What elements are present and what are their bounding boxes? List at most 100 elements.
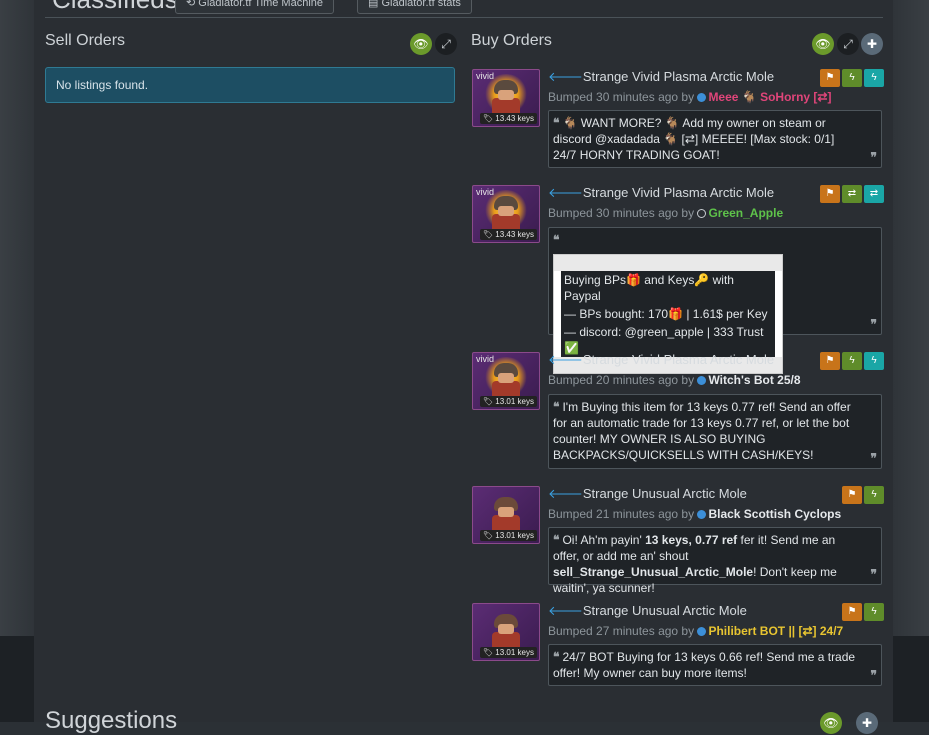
open-quote-icon: ❝ xyxy=(553,650,560,664)
suggestions-title: Suggestions xyxy=(45,707,178,734)
bolt-icon[interactable]: ϟ xyxy=(864,69,884,87)
arrow-left-icon: 🡐 xyxy=(548,352,583,367)
close-quote-icon: ❞ xyxy=(870,567,877,581)
item-title[interactable]: 🡐Strange Unusual Arctic Mole xyxy=(548,603,747,619)
listing-message: ❝ Oi! Ah'm payin' 13 keys, 0.77 ref fer i… xyxy=(548,527,882,595)
arctic-mole-image xyxy=(484,190,528,230)
arrow-left-icon: 🡐 xyxy=(548,486,583,501)
bolt-icon[interactable]: ϟ xyxy=(842,352,862,370)
close-quote-icon: ❞ xyxy=(870,451,877,465)
item-thumbnail[interactable]: vivid 🏷 13.01 keys xyxy=(472,352,540,410)
action-icons: ⚑ ϟ xyxy=(840,603,884,621)
username-link[interactable]: Philibert BOT || [⇄] 24/7 xyxy=(708,624,843,638)
offline-ring-icon xyxy=(697,209,707,218)
bolt-icon[interactable]: ϟ xyxy=(864,486,884,504)
item-name: Strange Unusual Arctic Mole xyxy=(582,486,747,501)
item-name: Strange Vivid Plasma Arctic Mole xyxy=(582,352,775,367)
buy-orders-title: Buy Orders xyxy=(471,32,552,49)
background-left xyxy=(0,0,34,722)
plus-icon[interactable]: ✚ xyxy=(861,33,883,55)
price-tag: 🏷 13.43 keys xyxy=(479,229,537,240)
online-dot-icon xyxy=(697,627,707,636)
message-price: 13 keys, 0.77 ref xyxy=(645,533,738,547)
bump-text: Bumped 21 minutes ago by xyxy=(548,507,695,521)
item-thumbnail[interactable]: 🏷 13.01 keys xyxy=(472,603,540,661)
page-title: Classifieds xyxy=(52,0,178,15)
item-title[interactable]: 🡐Strange Vivid Plasma Arctic Mole xyxy=(548,352,774,368)
plus-icon[interactable]: ✚ xyxy=(856,712,878,734)
message-text: 24/7 BOT Buying for 13 keys 0.66 ref! Se… xyxy=(553,650,856,680)
message-command: sell_Strange_Unusual_Arctic_Mole xyxy=(553,565,754,579)
username-link[interactable]: Green_Apple xyxy=(708,206,783,220)
bolt-icon[interactable]: ϟ xyxy=(864,603,884,621)
bolt-icon[interactable]: ϟ xyxy=(864,352,884,370)
price-value: 13.43 keys xyxy=(495,114,534,123)
header-divider xyxy=(45,17,883,18)
open-quote-icon: ❝ xyxy=(553,400,560,414)
swap-icon[interactable]: ⇄ xyxy=(842,185,862,203)
close-quote-icon: ❞ xyxy=(870,150,877,164)
item-title[interactable]: 🡐Strange Unusual Arctic Mole xyxy=(548,486,747,502)
arctic-mole-image xyxy=(492,497,520,531)
price-value: 13.01 keys xyxy=(495,648,534,657)
close-quote-icon: ❞ xyxy=(870,317,877,331)
time-machine-button[interactable]: ⟲ Gladiator.tf Time Machine xyxy=(175,0,335,14)
eye-icon[interactable]: 👁 xyxy=(812,33,834,55)
open-quote-icon: ❝ xyxy=(553,533,560,547)
background-right xyxy=(893,0,929,722)
flag-icon[interactable]: ⚑ xyxy=(842,486,862,504)
item-name: Strange Vivid Plasma Arctic Mole xyxy=(582,69,775,84)
bump-text: Bumped 27 minutes ago by xyxy=(548,624,695,638)
username-link[interactable]: Black Scottish Cyclops xyxy=(708,507,841,521)
bump-text: Bumped 20 minutes ago by xyxy=(548,373,695,387)
price-tag: 🏷 13.01 keys xyxy=(479,396,537,407)
item-thumbnail[interactable]: vivid 🏷 13.43 keys xyxy=(472,185,540,243)
bump-text: Bumped 30 minutes ago by xyxy=(548,90,695,104)
message-line: Buying BPs🎁 and Keys🔑 with Paypal xyxy=(561,271,775,305)
open-quote-icon: ❝ xyxy=(553,116,560,130)
item-title[interactable]: 🡐Strange Vivid Plasma Arctic Mole xyxy=(548,69,774,85)
price-tag: 🏷 13.01 keys xyxy=(479,647,537,658)
expand-icon[interactable]: ⤢ xyxy=(837,33,859,55)
message-text: 🐐 WANT MORE? 🐐 Add my owner on steam or … xyxy=(553,116,835,162)
listing-message: ❝ Buying BPs🎁 and Keys🔑 with Paypal — BP… xyxy=(548,227,882,374)
online-dot-icon xyxy=(697,510,707,519)
flag-icon[interactable]: ⚑ xyxy=(820,69,840,87)
stats-label: Gladiator.tf stats xyxy=(381,0,461,9)
flag-icon[interactable]: ⚑ xyxy=(820,185,840,203)
listing-message: ❝ 24/7 BOT Buying for 13 keys 0.66 ref! S… xyxy=(548,644,882,686)
price-value: 13.01 keys xyxy=(495,531,534,540)
bump-info: Bumped 21 minutes ago by Black Scottish … xyxy=(548,507,841,521)
flag-icon[interactable]: ⚑ xyxy=(842,603,862,621)
item-thumbnail[interactable]: vivid 🏷 13.43 keys xyxy=(472,69,540,127)
username-link[interactable]: Meee 🐐 SoHorny [⇄] xyxy=(708,90,831,104)
bolt-icon[interactable]: ϟ xyxy=(842,69,862,87)
expand-icon[interactable]: ⤢ xyxy=(435,33,457,55)
message-line: — BPs bought: 170🎁 | 1.61$ per Key xyxy=(561,305,775,323)
open-quote-icon: ❝ xyxy=(553,233,560,247)
eye-icon[interactable]: 👁 xyxy=(820,712,842,734)
listing-message: ❝ I'm Buying this item for 13 keys 0.77 r… xyxy=(548,394,882,469)
arrow-left-icon: 🡐 xyxy=(548,185,583,200)
flag-icon[interactable]: ⚑ xyxy=(820,352,840,370)
item-title[interactable]: 🡐Strange Vivid Plasma Arctic Mole xyxy=(548,185,774,201)
stats-button[interactable]: ▤ Gladiator.tf stats xyxy=(357,0,472,14)
eye-icon[interactable]: 👁 xyxy=(410,33,432,55)
price-value: 13.43 keys xyxy=(495,230,534,239)
price-value: 13.01 keys xyxy=(495,397,534,406)
item-thumbnail[interactable]: 🏷 13.01 keys xyxy=(472,486,540,544)
bump-text: Bumped 30 minutes ago by xyxy=(548,206,695,220)
action-icons: ⚑ ϟ ϟ xyxy=(818,69,884,87)
item-name: Strange Vivid Plasma Arctic Mole xyxy=(582,185,775,200)
sell-orders-title: Sell Orders xyxy=(45,32,126,49)
swap-icon[interactable]: ⇄ xyxy=(864,185,884,203)
item-name: Strange Unusual Arctic Mole xyxy=(582,603,747,618)
arctic-mole-image xyxy=(484,74,528,114)
username-link[interactable]: Witch's Bot 25/8 xyxy=(708,373,800,387)
listing-message: ❝ 🐐 WANT MORE? 🐐 Add my owner on steam or… xyxy=(548,110,882,168)
no-listings-text: No listings found. xyxy=(56,78,149,92)
no-listings-alert: No listings found. xyxy=(45,67,455,103)
action-icons: ⚑ ϟ xyxy=(840,486,884,504)
online-dot-icon xyxy=(697,376,707,385)
bump-info: Bumped 20 minutes ago by Witch's Bot 25/… xyxy=(548,373,801,387)
